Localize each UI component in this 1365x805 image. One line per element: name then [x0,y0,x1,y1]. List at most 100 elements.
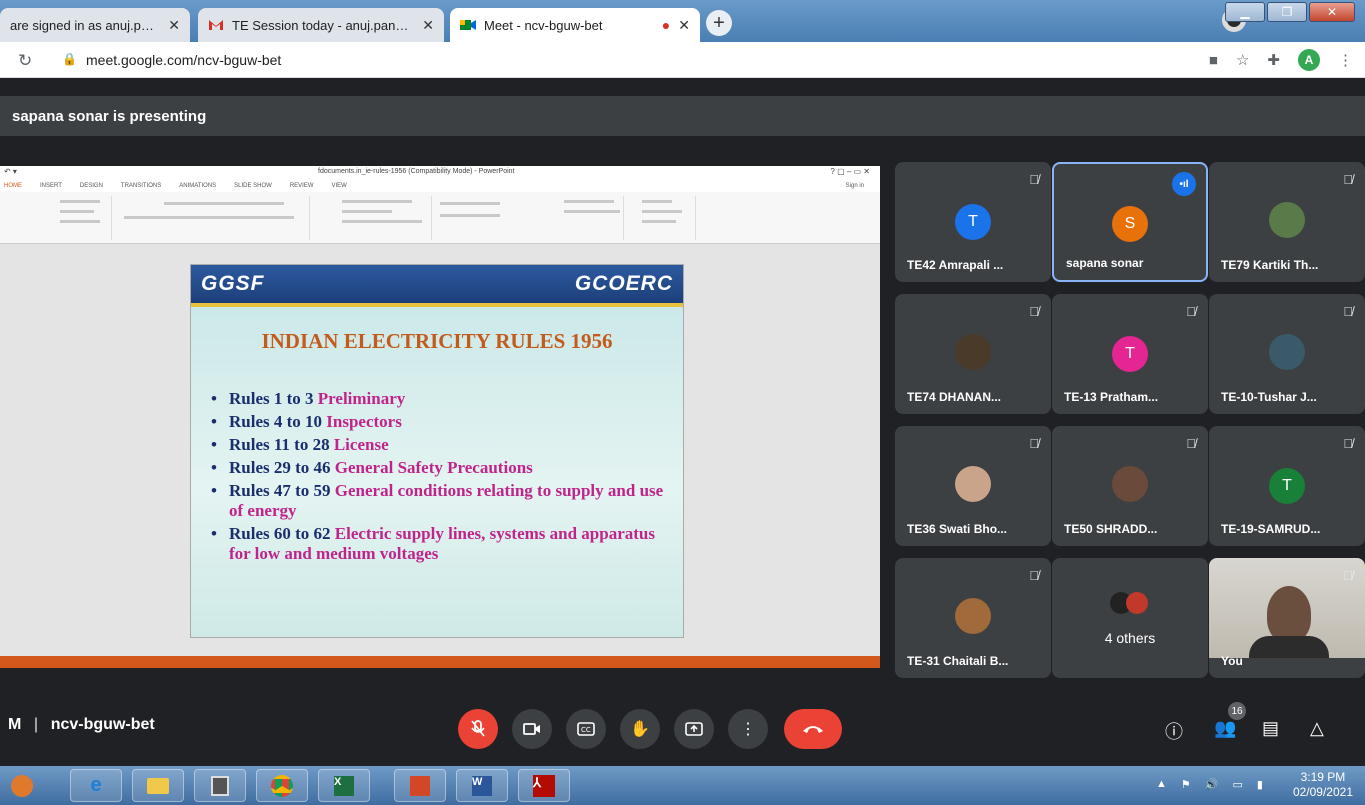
participant-tile[interactable]: 🎙̸ TE79 Kartiki Th... [1209,162,1365,282]
mic-off-icon: 🎙̸ [1029,568,1039,583]
gmail-icon [208,19,224,31]
participant-tile[interactable]: 🎙̸ T TE-19-SAMRUD... [1209,426,1365,546]
slide-header-stripe [191,303,683,307]
ppt-tab[interactable]: VIEW [332,183,347,189]
avatar-photo [955,466,991,502]
slide-bullet: Rules 4 to 10 Inspectors [211,412,667,432]
participant-tile[interactable]: 🎙̸ TE-10-Tushar J... [1209,294,1365,414]
browser-tab-2[interactable]: TE Session today - anuj.pandey@ ✕ [198,8,444,42]
activities-icon[interactable]: △ [1310,718,1324,739]
extensions-icon[interactable]: ✚ [1267,51,1280,69]
document-app-icon[interactable] [194,769,246,802]
slide-bullet: Rules 1 to 3 Preliminary [211,389,667,409]
restore-button[interactable]: ❐ [1267,2,1307,22]
meeting-info-icon[interactable]: ⓘ [1165,718,1183,744]
participant-tile[interactable]: 🎙̸ TE50 SHRADD... [1052,426,1208,546]
meet-controls-bar: M | ncv-bguw-bet CC ✋ ⋮ ⓘ 16 👥 ▤ △ [0,686,1365,766]
network-icon[interactable]: ▭ [1232,778,1242,791]
leave-call-button[interactable] [784,709,842,749]
browser-tab-3[interactable]: Meet - ncv-bguw-bet ● ✕ [450,8,700,42]
reload-icon[interactable]: ↻ [18,51,32,71]
camera-icon[interactable]: ■ [1209,52,1218,69]
slide-header-right: GCOERC [574,272,673,295]
url-field[interactable]: meet.google.com/ncv-bguw-bet [86,52,281,68]
avatar-photo [955,598,991,634]
avatar: T [955,204,991,240]
participant-name: You [1221,654,1243,668]
power-icon[interactable]: ▮ [1257,778,1263,791]
slide: GGSF GCOERC INDIAN ELECTRICITY RULES 195… [190,264,684,638]
meet-icon [460,19,476,31]
start-button[interactable] [4,769,40,802]
participant-tile[interactable]: 🎙̸ TE-31 Chaitali B... [895,558,1051,678]
participant-name: TE-31 Chaitali B... [907,654,1009,668]
clock-date: 02/09/2021 [1292,785,1353,799]
ppt-ribbon [0,192,880,244]
flag-icon[interactable]: ⚑ [1181,778,1191,791]
close-tab-icon[interactable]: ✕ [168,17,180,34]
ppt-ribbon-tabs: HOME INSERT DESIGN TRANSITIONS ANIMATION… [0,180,880,192]
rule-range: Rules 47 to 59 [229,481,331,500]
more-options-button[interactable]: ⋮ [728,709,768,749]
file-explorer-icon[interactable] [132,769,184,802]
chat-icon[interactable]: ▤ [1262,718,1279,739]
mic-toggle-button[interactable] [458,709,498,749]
people-icon[interactable]: 👥 [1214,718,1236,739]
internet-explorer-icon[interactable]: e [70,769,122,802]
presenting-banner: sapana sonar is presenting [0,96,1365,136]
ribbon-group-slides [0,196,112,240]
new-tab-button[interactable]: + [706,10,732,36]
chrome-icon[interactable] [256,769,308,802]
windows-taskbar: e X W ⅄ ▲ ⚑ 🔊 ▭ ▮ 3:19 PM 02/09/2021 [0,766,1365,805]
mic-off-icon: 🎙̸ [1186,304,1196,319]
rule-range: Rules 4 to 10 [229,412,323,431]
lock-icon[interactable]: 🔒 [62,52,77,66]
avatar: T [1112,336,1148,372]
browser-tab-1[interactable]: are signed in as anuj.pandey ✕ [0,8,190,42]
present-now-button[interactable] [674,709,714,749]
profile-avatar[interactable]: A [1298,49,1320,71]
camera-toggle-button[interactable] [512,709,552,749]
participant-tile[interactable]: 🎙̸ T TE42 Amrapali ... [895,162,1051,282]
close-window-button[interactable]: ✕ [1309,2,1355,22]
ppt-tab[interactable]: SLIDE SHOW [234,183,272,189]
system-tray: ▲ ⚑ 🔊 ▭ ▮ [1156,778,1263,791]
slide-bullet: Rules 11 to 28 License [211,435,667,455]
others-tile[interactable]: 4 others [1052,558,1208,678]
powerpoint-icon[interactable] [394,769,446,802]
participant-tile-speaking[interactable]: •ıl S sapana sonar [1052,162,1208,282]
window-controls: ▁ ❐ ✕ [1225,2,1355,22]
ppt-tab[interactable]: INSERT [40,183,62,189]
meet-app: sapana sonar is presenting fdocuments.in… [0,78,1365,766]
captions-button[interactable]: CC [566,709,606,749]
close-tab-icon[interactable]: ✕ [422,17,434,34]
rule-description: License [333,435,389,454]
minimize-button[interactable]: ▁ [1225,2,1265,22]
participant-name: sapana sonar [1066,256,1144,270]
participant-tile[interactable]: 🎙̸ TE36 Swati Bho... [895,426,1051,546]
word-icon[interactable]: W [456,769,508,802]
ppt-tab[interactable]: HOME [4,183,22,189]
bookmark-star-icon[interactable]: ☆ [1236,51,1249,69]
ppt-tab[interactable]: REVIEW [290,183,314,189]
ppt-tab[interactable]: DESIGN [80,183,103,189]
participant-tile[interactable]: 🎙̸ T TE-13 Pratham... [1052,294,1208,414]
tray-expand-icon[interactable]: ▲ [1156,778,1167,791]
acrobat-icon[interactable]: ⅄ [518,769,570,802]
separator: | [33,716,39,733]
ppt-tab[interactable]: ANIMATIONS [179,183,216,189]
volume-icon[interactable]: 🔊 [1205,778,1219,791]
participant-name: TE42 Amrapali ... [907,258,1004,272]
ppt-sign-in[interactable]: Sign in [846,183,864,189]
participant-tile[interactable]: 🎙̸ TE74 DHANAN... [895,294,1051,414]
taskbar-clock[interactable]: 3:19 PM 02/09/2021 [1293,770,1353,800]
avatar: S [1112,206,1148,242]
excel-icon[interactable]: X [318,769,370,802]
raise-hand-button[interactable]: ✋ [620,709,660,749]
self-tile[interactable]: 🎙̸ You [1209,558,1365,678]
meeting-details: M | ncv-bguw-bet [8,716,155,734]
ppt-tab[interactable]: TRANSITIONS [121,183,161,189]
close-tab-icon[interactable]: ✕ [678,17,690,34]
menu-icon[interactable]: ⋮ [1338,51,1353,69]
mic-off-icon: 🎙̸ [1343,304,1353,319]
